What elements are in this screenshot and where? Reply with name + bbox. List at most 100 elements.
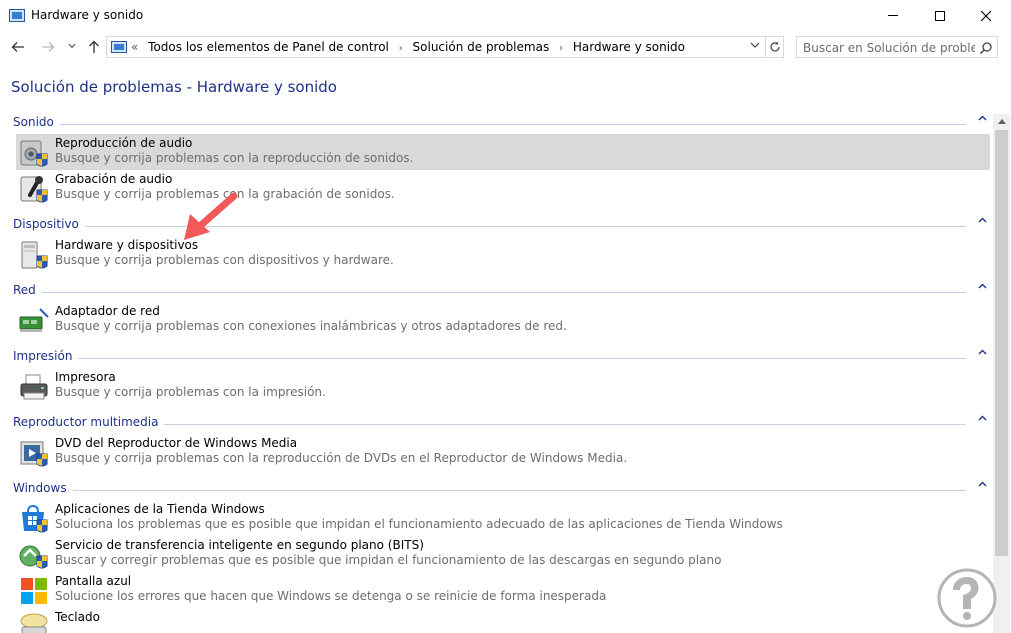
- section-label: Red: [13, 283, 42, 297]
- scroll-thumb[interactable]: [995, 130, 1008, 556]
- control-panel-icon: [9, 9, 25, 22]
- bits-icon: [19, 545, 48, 569]
- collapse-chevron-icon[interactable]: [976, 282, 988, 296]
- item-description: Busque y corrija problemas con conexione…: [55, 319, 567, 333]
- maximize-icon: [935, 10, 945, 21]
- address-bar[interactable]: « Todos los elementos de Panel de contro…: [106, 36, 784, 58]
- breadcrumb-overflow[interactable]: «: [131, 40, 138, 54]
- item-title[interactable]: DVD del Reproductor de Windows Media: [55, 436, 297, 450]
- section-divider: [13, 226, 966, 227]
- refresh-icon: [770, 41, 780, 52]
- item-title[interactable]: Teclado: [55, 610, 100, 624]
- section-label: Impresión: [13, 349, 79, 363]
- printer-icon: [20, 374, 48, 400]
- item-description: Busque y corrija problemas con la reprod…: [55, 151, 414, 165]
- scroll-up-button[interactable]: [993, 114, 1010, 130]
- search-box[interactable]: Buscar en Solución de proble...: [796, 36, 998, 58]
- hardware-icon: [21, 241, 48, 269]
- section-network: Red: [0, 283, 992, 301]
- item-title[interactable]: Pantalla azul: [55, 574, 131, 588]
- section-printing: Impresión: [0, 349, 992, 367]
- troubleshooter-blue-screen[interactable]: Pantalla azul Solucione los errores que …: [16, 572, 990, 608]
- refresh-button[interactable]: [765, 37, 784, 57]
- up-arrow-icon: [89, 40, 99, 53]
- keyboard-icon: [20, 613, 48, 633]
- chevron-right-icon[interactable]: ›: [559, 43, 563, 54]
- close-icon: [980, 10, 992, 21]
- section-label: Dispositivo: [13, 217, 85, 231]
- section-sound: Sonido: [0, 115, 992, 133]
- troubleshooter-keyboard[interactable]: Teclado: [16, 608, 990, 633]
- item-description: Soluciona los problemas que es posible q…: [55, 517, 783, 531]
- search-input[interactable]: Buscar en Solución de proble...: [803, 41, 975, 55]
- dvd-icon: [20, 441, 48, 467]
- section-divider: [13, 124, 966, 125]
- microphone-icon: [20, 176, 48, 203]
- item-title[interactable]: Aplicaciones de la Tienda Windows: [55, 502, 265, 516]
- breadcrumb-item-troubleshooting[interactable]: Solución de problemas: [413, 40, 550, 54]
- troubleshooter-audio-playback[interactable]: Reproducción de audio Busque y corrija p…: [16, 134, 990, 170]
- navigation-bar: « Todos los elementos de Panel de contro…: [0, 31, 1011, 63]
- troubleshooter-dvd-media-player[interactable]: DVD del Reproductor de Windows Media Bus…: [16, 434, 990, 470]
- breadcrumb: « Todos los elementos de Panel de contro…: [131, 40, 691, 54]
- minimize-button[interactable]: [870, 0, 916, 31]
- chevron-right-icon[interactable]: ›: [399, 43, 403, 54]
- back-button[interactable]: [8, 37, 28, 57]
- chevron-down-icon: [68, 43, 76, 49]
- address-dropdown-button[interactable]: [747, 39, 763, 55]
- item-title[interactable]: Grabación de audio: [55, 172, 172, 186]
- item-title[interactable]: Impresora: [55, 370, 116, 384]
- up-button[interactable]: [84, 37, 104, 57]
- section-divider: [13, 292, 966, 293]
- chevron-down-icon: [750, 42, 760, 48]
- troubleshooter-audio-recording[interactable]: Grabación de audio Busque y corrija prob…: [16, 170, 990, 206]
- search-icon[interactable]: [979, 41, 993, 55]
- minimize-icon: [888, 15, 898, 16]
- window-title: Hardware y sonido: [31, 8, 144, 22]
- breadcrumb-item-all-control-panel[interactable]: Todos los elementos de Panel de control: [148, 40, 389, 54]
- windows-logo-icon: [21, 578, 47, 604]
- vertical-scrollbar[interactable]: [993, 114, 1010, 633]
- section-windows: Windows: [0, 481, 992, 499]
- collapse-chevron-icon[interactable]: [976, 414, 988, 428]
- troubleshooter-bits[interactable]: Servicio de transferencia inteligente en…: [16, 536, 990, 572]
- network-adapter-icon: [19, 308, 49, 332]
- troubleshooter-hardware-devices[interactable]: Hardware y dispositivos Busque y corrija…: [16, 236, 990, 272]
- item-description: Busque y corrija problemas con la impres…: [55, 385, 326, 399]
- page-title: Solución de problemas - Hardware y sonid…: [11, 78, 337, 96]
- item-description: Busque y corrija problemas con la reprod…: [55, 451, 628, 465]
- forward-button[interactable]: [38, 37, 58, 57]
- item-title[interactable]: Servicio de transferencia inteligente en…: [55, 538, 424, 552]
- annotation-arrow-icon: [184, 192, 238, 240]
- item-title[interactable]: Adaptador de red: [55, 304, 160, 318]
- watermark-logo: [937, 568, 997, 628]
- title-bar: Hardware y sonido: [0, 0, 1011, 31]
- maximize-button[interactable]: [917, 0, 963, 31]
- close-button[interactable]: [963, 0, 1009, 31]
- section-divider: [13, 490, 966, 491]
- troubleshooter-network-adapter[interactable]: Adaptador de red Busque y corrija proble…: [16, 302, 990, 338]
- troubleshooter-printer[interactable]: Impresora Busque y corrija problemas con…: [16, 368, 990, 404]
- troubleshooter-store-apps[interactable]: Aplicaciones de la Tienda Windows Soluci…: [16, 500, 990, 536]
- control-panel-icon: [111, 41, 127, 53]
- section-label: Reproductor multimedia: [13, 415, 165, 429]
- forward-arrow-icon: [42, 42, 55, 52]
- breadcrumb-item-hardware-sound[interactable]: Hardware y sonido: [573, 40, 685, 54]
- section-device: Dispositivo: [0, 217, 992, 235]
- item-title[interactable]: Reproducción de audio: [55, 136, 192, 150]
- collapse-chevron-icon[interactable]: [976, 348, 988, 362]
- store-icon: [22, 504, 48, 533]
- item-description: Buscar y corregir problemas que es posib…: [55, 553, 722, 567]
- speaker-icon: [20, 140, 48, 167]
- recent-locations-button[interactable]: [62, 37, 82, 57]
- scroll-up-arrow-icon: [997, 119, 1006, 124]
- section-label: Sonido: [13, 115, 60, 129]
- collapse-chevron-icon[interactable]: [976, 216, 988, 230]
- section-label: Windows: [13, 481, 73, 495]
- item-description: Busque y corrija problemas con dispositi…: [55, 253, 394, 267]
- item-description: Solucione los errores que hacen que Wind…: [55, 589, 607, 603]
- collapse-chevron-icon[interactable]: [976, 114, 988, 128]
- section-media-player: Reproductor multimedia: [0, 415, 992, 433]
- collapse-chevron-icon[interactable]: [976, 480, 988, 494]
- section-divider: [13, 358, 966, 359]
